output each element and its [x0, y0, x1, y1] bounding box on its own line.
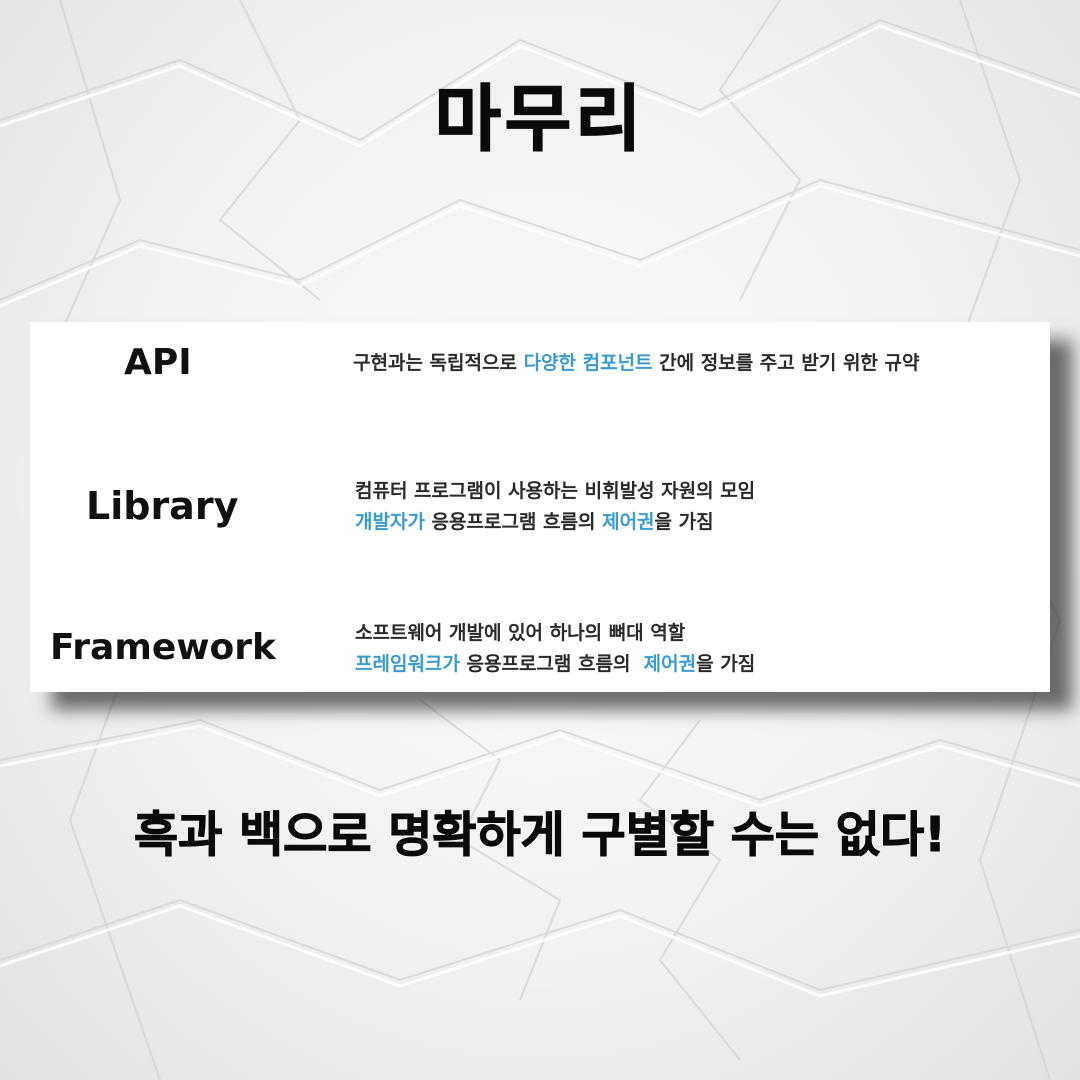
library-description-line-2: 개발자가 응용프로그램 흐름의 제어권을 가짐 — [355, 511, 714, 533]
footer-caption: 흑과 백으로 명확하게 구별할 수는 없다! — [133, 807, 946, 864]
definitions-card: API 구현과는 독립적으로 다양한 컴포넌트 간에 정보를 주고 받기 위한 … — [30, 322, 1050, 692]
highlight-components: 다양한 컴포넌트 — [523, 352, 653, 374]
term-api: API — [124, 342, 192, 383]
highlight-control: 제어권 — [602, 511, 655, 533]
term-library: Library — [86, 484, 239, 528]
api-description-line-1: 구현과는 독립적으로 다양한 컴포넌트 간에 정보를 주고 받기 위한 규약 — [353, 352, 920, 374]
highlight-control: 제어권 — [643, 653, 697, 675]
api-description: 구현과는 독립적으로 다양한 컴포넌트 간에 정보를 주고 받기 위한 규약 — [353, 348, 919, 379]
library-description: 컴퓨터 프로그램이 사용하는 비휘발성 자원의 모임 개발자가 응용프로그램 흐… — [355, 476, 755, 538]
highlight-framework: 프레임워크가 — [355, 653, 460, 675]
term-framework: Framework — [50, 627, 276, 668]
framework-description-line-2: 프레임워크가 응용프로그램 흐름의 제어권을 가짐 — [355, 653, 756, 675]
framework-description-line-1: 소프트웨어 개발에 있어 하나의 뼈대 역할 — [355, 622, 686, 644]
framework-description: 소프트웨어 개발에 있어 하나의 뼈대 역할 프레임워크가 응용프로그램 흐름의… — [355, 618, 755, 680]
highlight-developer: 개발자가 — [355, 511, 425, 533]
library-description-line-1: 컴퓨터 프로그램이 사용하는 비휘발성 자원의 모임 — [355, 480, 756, 502]
page-title: 마무리 — [434, 76, 646, 162]
